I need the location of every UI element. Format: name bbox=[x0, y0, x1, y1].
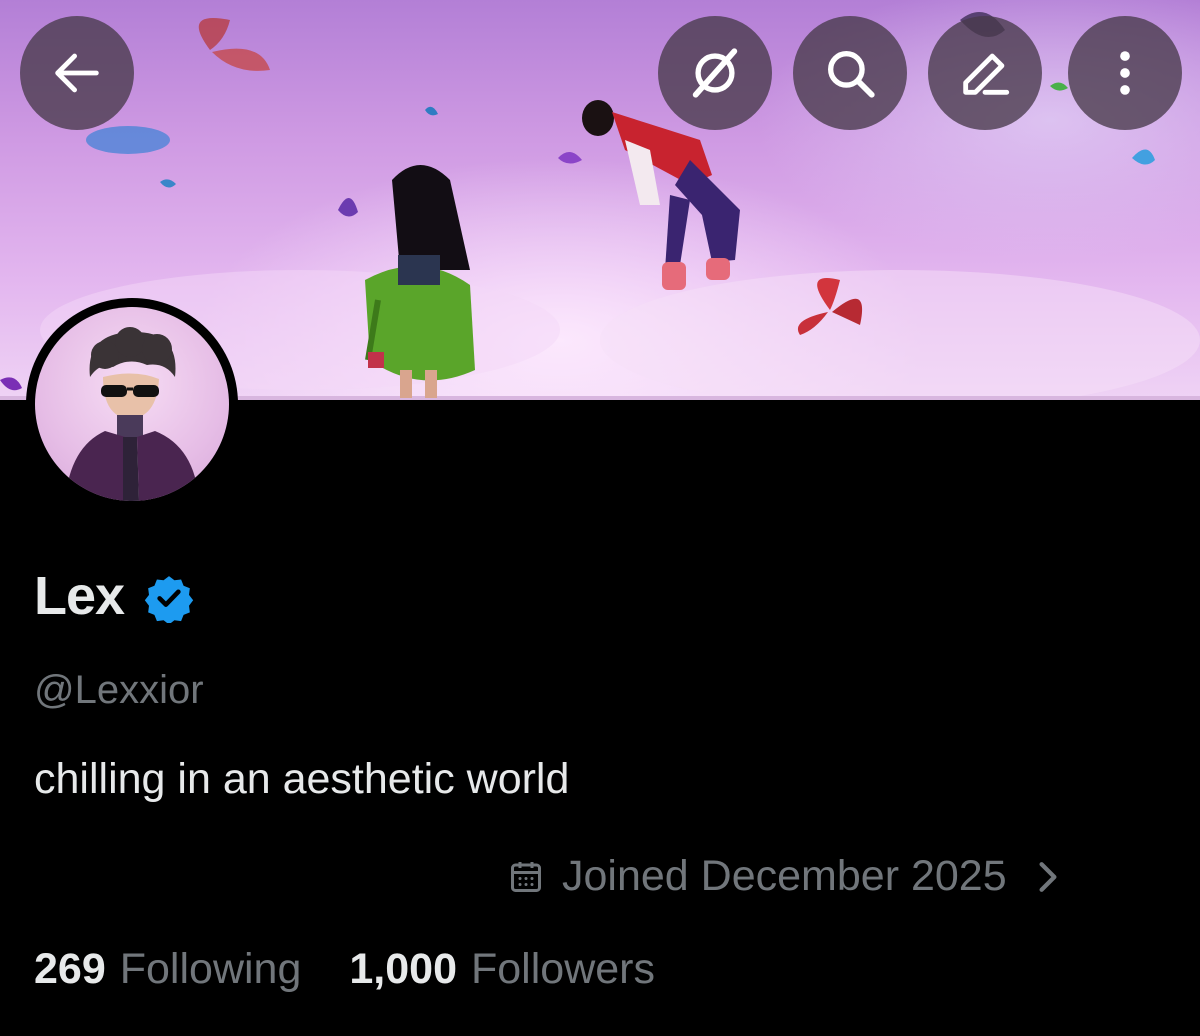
chevron-right-icon bbox=[1039, 861, 1057, 892]
avatar[interactable] bbox=[26, 298, 238, 510]
joined-text: Joined December 2025 bbox=[562, 852, 1007, 900]
arrow-left-icon bbox=[55, 53, 99, 93]
more-vertical-icon bbox=[1120, 51, 1130, 95]
following-link[interactable]: 269 Following bbox=[34, 945, 301, 994]
followers-link[interactable]: 1,000 Followers bbox=[349, 945, 655, 994]
butterfly-red-top bbox=[198, 18, 270, 71]
search-icon bbox=[828, 51, 875, 98]
avatar-illustration bbox=[65, 327, 199, 501]
pencil-icon bbox=[963, 53, 1010, 95]
edit-button[interactable] bbox=[928, 16, 1042, 130]
calendar-icon bbox=[511, 861, 541, 892]
grok-button[interactable] bbox=[658, 16, 772, 130]
bio: chilling in an aesthetic world bbox=[34, 755, 570, 803]
followers-label: Followers bbox=[471, 945, 655, 993]
follow-stats: 269 Following 1,000 Followers bbox=[34, 945, 703, 994]
followers-count: 1,000 bbox=[349, 945, 457, 993]
profile-name-row: Lex bbox=[34, 565, 194, 627]
search-button[interactable] bbox=[793, 16, 907, 130]
display-name: Lex bbox=[34, 566, 125, 626]
girl-figure bbox=[365, 165, 475, 398]
following-label: Following bbox=[119, 945, 302, 993]
joined-date-row[interactable]: Joined December 2025 bbox=[508, 852, 1061, 901]
back-button[interactable] bbox=[20, 16, 134, 130]
following-count: 269 bbox=[34, 945, 106, 993]
verified-badge-icon[interactable] bbox=[144, 573, 194, 623]
handle: @Lexxior bbox=[34, 668, 204, 712]
more-button[interactable] bbox=[1068, 16, 1182, 130]
grok-icon bbox=[692, 48, 738, 98]
